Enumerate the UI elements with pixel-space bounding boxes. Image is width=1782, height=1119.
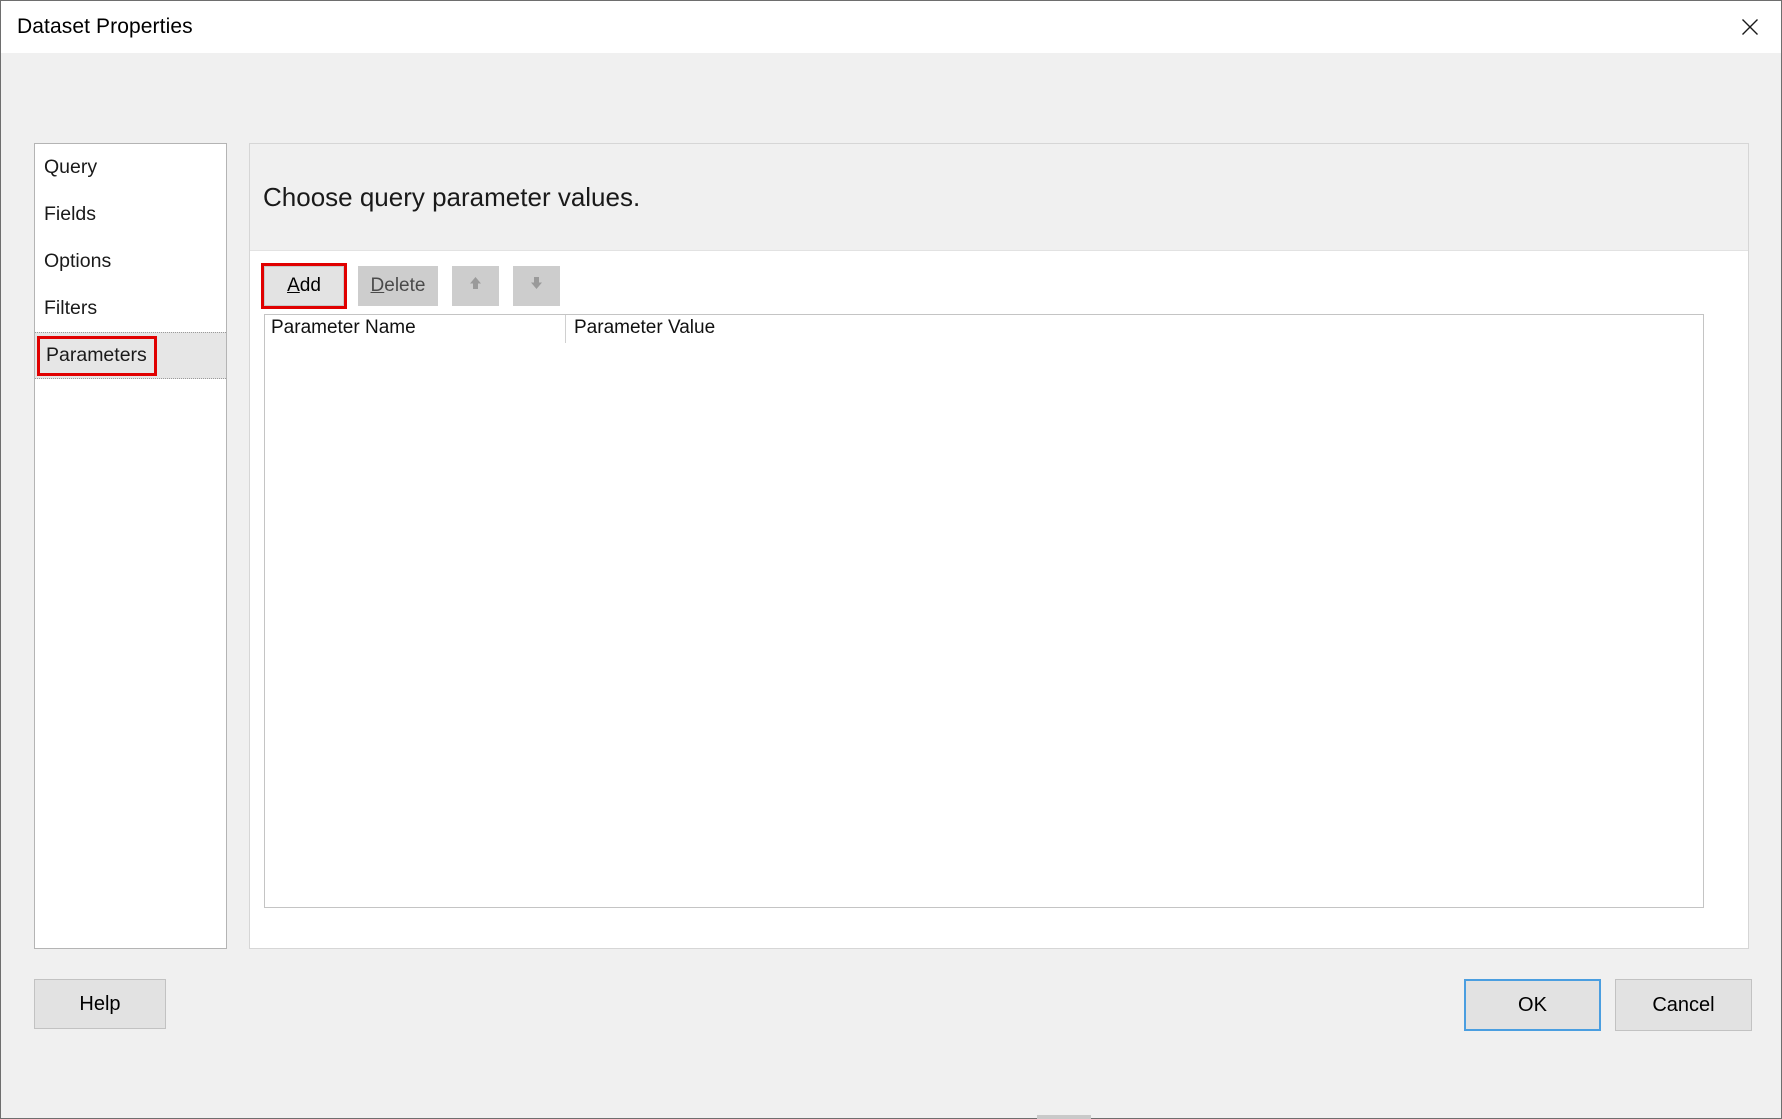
ok-button[interactable]: OK [1464,979,1601,1031]
add-accel: A [287,275,300,296]
sidebar-item-filters[interactable]: Filters [35,285,226,332]
dialog-footer: Help OK Cancel [1,965,1781,1083]
sidebar-item-label: Filters [44,297,98,319]
move-up-button[interactable] [452,266,499,306]
dataset-properties-dialog: Dataset Properties Query Fields Options … [0,0,1782,1119]
sidebar-item-query[interactable]: Query [35,144,226,191]
delete-button[interactable]: Delete [358,266,438,306]
title-bar: Dataset Properties [1,1,1781,53]
sidebar-item-parameters[interactable]: Parameters [35,332,226,379]
sidebar-item-options[interactable]: Options [35,238,226,285]
dialog-body: Query Fields Options Filters Parameters … [1,53,1781,1118]
move-down-button[interactable] [513,266,560,306]
sidebar-item-label: Parameters [37,335,157,376]
add-button[interactable]: Add [261,263,347,309]
close-icon [1741,18,1759,36]
content-pane: Choose query parameter values. Add Delet… [249,143,1749,949]
grid-body[interactable] [265,345,1703,905]
window-title: Dataset Properties [17,15,193,38]
column-header-parameter-name[interactable]: Parameter Name [265,315,565,343]
content-header: Choose query parameter values. [250,144,1748,251]
close-button[interactable] [1719,1,1781,53]
add-rest: dd [299,275,321,296]
parameters-toolbar: Add Delete [250,251,1748,309]
arrow-up-icon [466,274,485,299]
sidebar-item-label: Fields [44,203,97,225]
cancel-button[interactable]: Cancel [1615,979,1752,1031]
delete-accel: D [370,275,385,296]
sidebar-nav: Query Fields Options Filters Parameters [34,143,227,949]
window-resize-strip [1037,1115,1091,1119]
sidebar-item-label: Options [44,250,112,272]
sidebar-item-fields[interactable]: Fields [35,191,226,238]
arrow-down-icon [527,274,546,299]
parameters-grid[interactable]: Parameter Name Parameter Value [264,314,1704,908]
grid-header-row: Parameter Name Parameter Value [265,315,1703,345]
column-header-parameter-value[interactable]: Parameter Value [565,315,1703,343]
sidebar-item-label: Query [44,156,98,178]
delete-rest: elete [384,275,426,296]
page-title: Choose query parameter values. [263,181,641,212]
help-button[interactable]: Help [34,979,166,1029]
